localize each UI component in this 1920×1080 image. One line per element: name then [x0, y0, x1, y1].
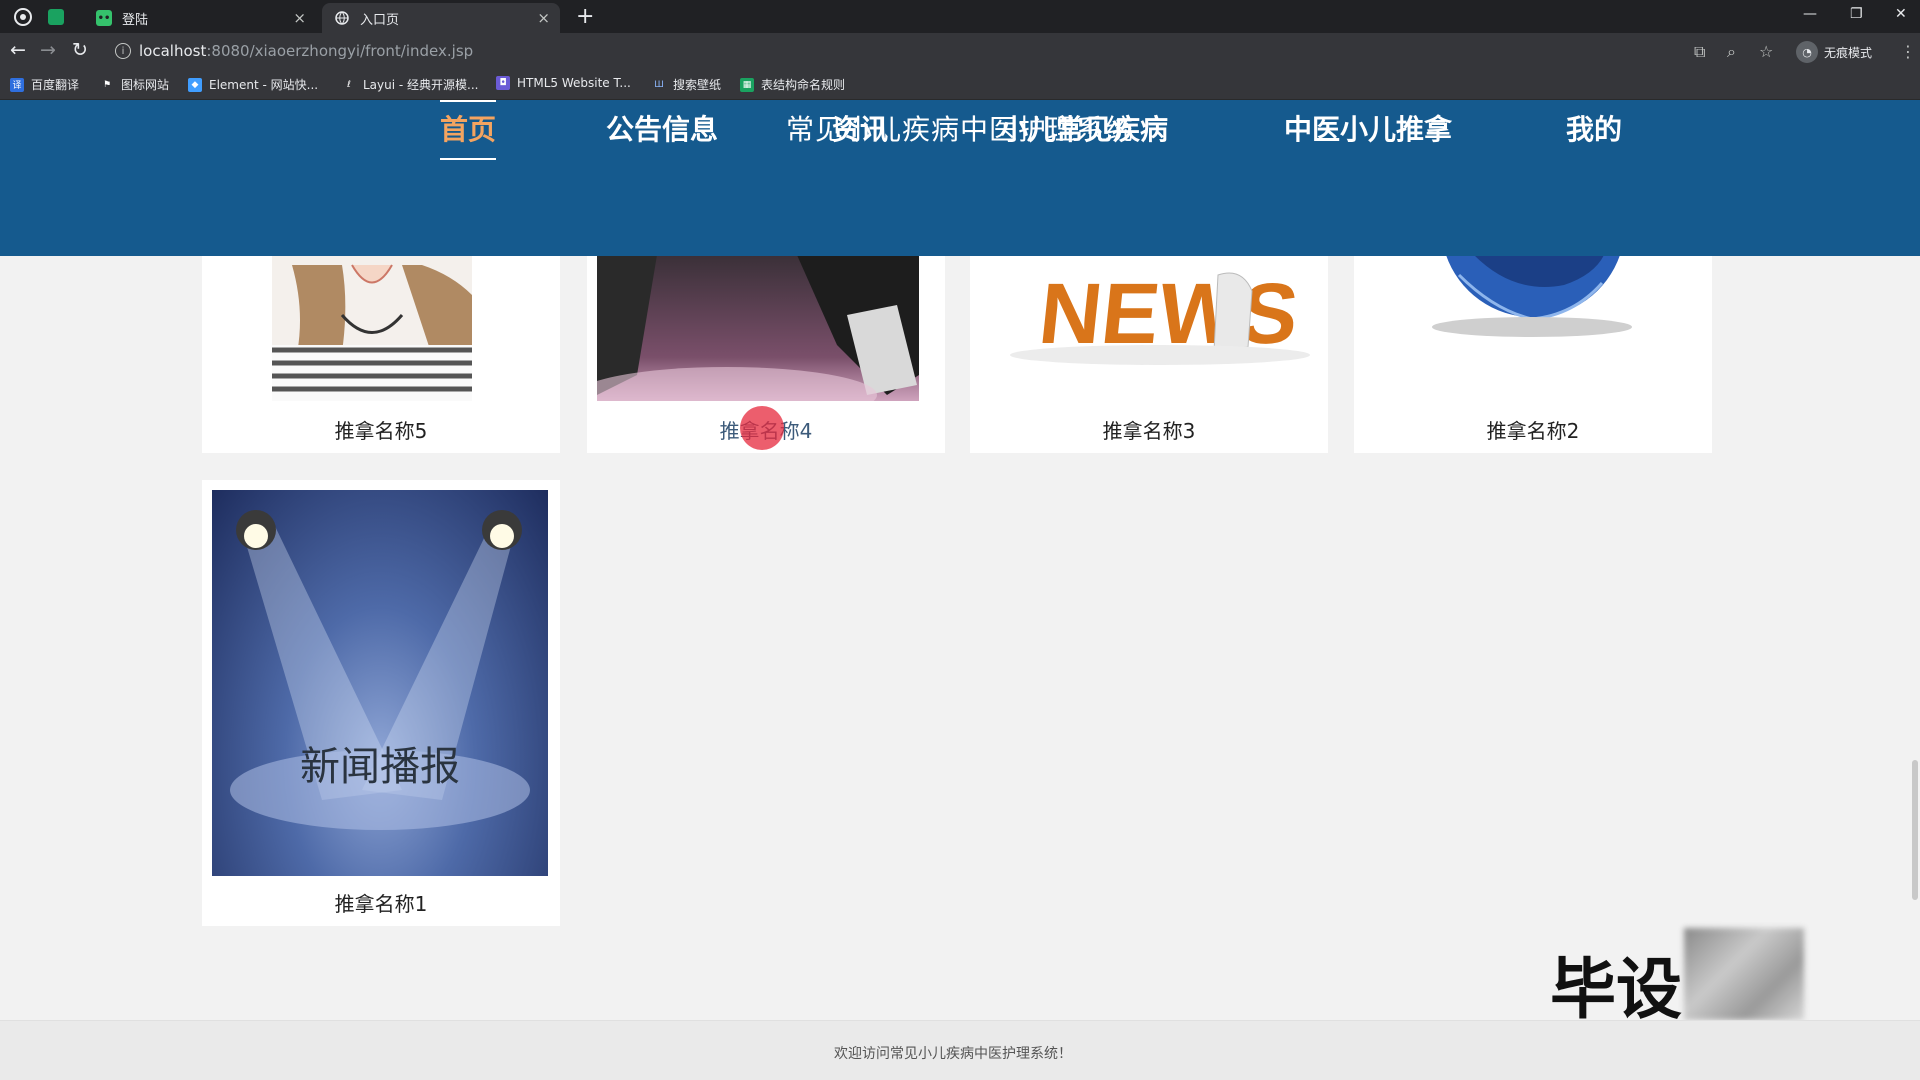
card-image	[272, 255, 472, 401]
tab-favicon-icon: ••	[96, 10, 112, 26]
site-title: 常见小儿疾病中医护理系统	[785, 113, 1134, 146]
chrome-menu-icon[interactable]	[12, 6, 34, 28]
close-window-icon[interactable]: ✕	[1895, 6, 1907, 22]
address-bar[interactable]: i localhost :8080/xiaoerzhongyi/front/in…	[105, 37, 1695, 65]
nav-announcements[interactable]: 公告信息	[606, 100, 718, 160]
massage-card[interactable]: 推拿名称2	[1354, 255, 1712, 453]
tab-title: 入口页	[360, 12, 400, 28]
card-image	[1364, 255, 1702, 401]
more-menu-icon[interactable]: ⋮	[1900, 42, 1916, 61]
incognito-badge[interactable]: ◔ 无痕模式	[1796, 41, 1872, 63]
tab-login[interactable]: •• 登陆 ×	[84, 3, 316, 33]
incognito-icon: ◔	[1796, 41, 1818, 63]
url-path: :8080/xiaoerzhongyi/front/index.jsp	[206, 42, 474, 60]
bookmark-item[interactable]: ℓ Layui - 经典开源模...	[342, 76, 478, 93]
bookmark-item[interactable]: ◘ HTML5 Website T...	[496, 76, 631, 90]
close-icon[interactable]: ×	[537, 9, 550, 27]
click-indicator	[740, 406, 784, 450]
minimize-icon[interactable]: —	[1803, 6, 1817, 22]
card-name[interactable]: 推拿名称5	[202, 415, 560, 444]
browser-tab-bar: •• 登陆 × 入口页 × + — ❐ ✕	[0, 0, 1920, 33]
globe-icon	[334, 10, 350, 26]
site-footer: 欢迎访问常见小儿疾病中医护理系统！	[0, 1020, 1920, 1080]
element-icon: ◆	[188, 77, 202, 92]
nav-home[interactable]: 首页	[440, 100, 497, 160]
html5-icon: ◘	[496, 76, 510, 90]
card-image: 新闻播报	[212, 490, 548, 876]
bookmark-item[interactable]: ⚑ 图标网站	[100, 76, 169, 93]
card-name[interactable]: 推拿名称3	[970, 415, 1328, 444]
card-image: NEWS	[980, 255, 1318, 401]
translate-icon: 译	[10, 77, 24, 92]
massage-card[interactable]: 新闻播报 推拿名称1	[202, 480, 560, 926]
reload-icon[interactable]: ↻	[72, 39, 88, 61]
url-host: localhost	[139, 42, 207, 60]
forward-icon[interactable]: →	[40, 39, 56, 61]
card-name[interactable]: 推拿名称2	[1354, 415, 1712, 444]
tab-entry[interactable]: 入口页 ×	[322, 3, 560, 33]
bookmark-item[interactable]: ◆ Element - 网站快...	[188, 76, 318, 93]
nav-news[interactable]: 资讯	[832, 100, 888, 160]
sheets-tab-icon[interactable]	[48, 9, 64, 25]
massage-card[interactable]: NEWS 推拿名称3	[970, 255, 1328, 453]
bookmark-item[interactable]: Ш 搜索壁纸	[652, 76, 721, 93]
info-icon[interactable]: i	[115, 43, 131, 59]
sheet-icon: ▦	[740, 77, 754, 92]
card-image	[597, 255, 919, 401]
close-icon[interactable]: ×	[293, 9, 306, 27]
incognito-label: 无痕模式	[1824, 45, 1873, 60]
browser-toolbar: ← → ↻ i localhost :8080/xiaoerzhongyi/fr…	[0, 33, 1920, 69]
zoom-icon[interactable]: ⌕	[1727, 42, 1736, 62]
nav-common-diseases[interactable]: 小儿常见疾病	[1000, 100, 1168, 160]
footer-text: 欢迎访问常见小儿疾病中医护理系统！	[834, 1046, 1072, 1062]
bookmarks-bar: 译百度翻译 ⚑ 图标网站 ◆ Element - 网站快... ℓ Layui - 经…	[0, 69, 1920, 100]
watermark: 毕设	[1550, 928, 1810, 1028]
watermark-text: 毕设	[1550, 951, 1682, 1028]
bookmark-star-icon[interactable]: ☆	[1759, 42, 1773, 61]
blurred-region	[1684, 928, 1804, 1020]
news-broadcast-text: 新闻播报	[300, 744, 460, 790]
massage-card[interactable]: 推拿名称5	[202, 255, 560, 453]
back-icon[interactable]: ←	[10, 39, 26, 61]
page-scrollbar[interactable]	[1912, 760, 1918, 900]
flag-icon: ⚑	[102, 79, 112, 90]
translate-icon[interactable]: ⧉	[1694, 42, 1705, 62]
layui-icon: ℓ	[347, 79, 351, 90]
wallpaper-icon: Ш	[654, 79, 664, 90]
nav-child-massage[interactable]: 中医小儿推拿	[1284, 100, 1452, 160]
bookmark-item[interactable]: ▦ 表结构命名规则	[740, 76, 845, 93]
restore-icon[interactable]: ❐	[1850, 6, 1863, 22]
card-name[interactable]: 推拿名称1	[202, 888, 560, 917]
bookmark-item[interactable]: 译百度翻译	[10, 76, 79, 93]
tab-title: 登陆	[122, 12, 149, 28]
nav-mine[interactable]: 我的	[1566, 100, 1622, 160]
new-tab-button[interactable]: +	[576, 4, 594, 29]
site-header: 常见小儿疾病中医护理系统 首页 公告信息 资讯 小儿常见疾病 中医小儿推拿 我的	[0, 100, 1920, 256]
